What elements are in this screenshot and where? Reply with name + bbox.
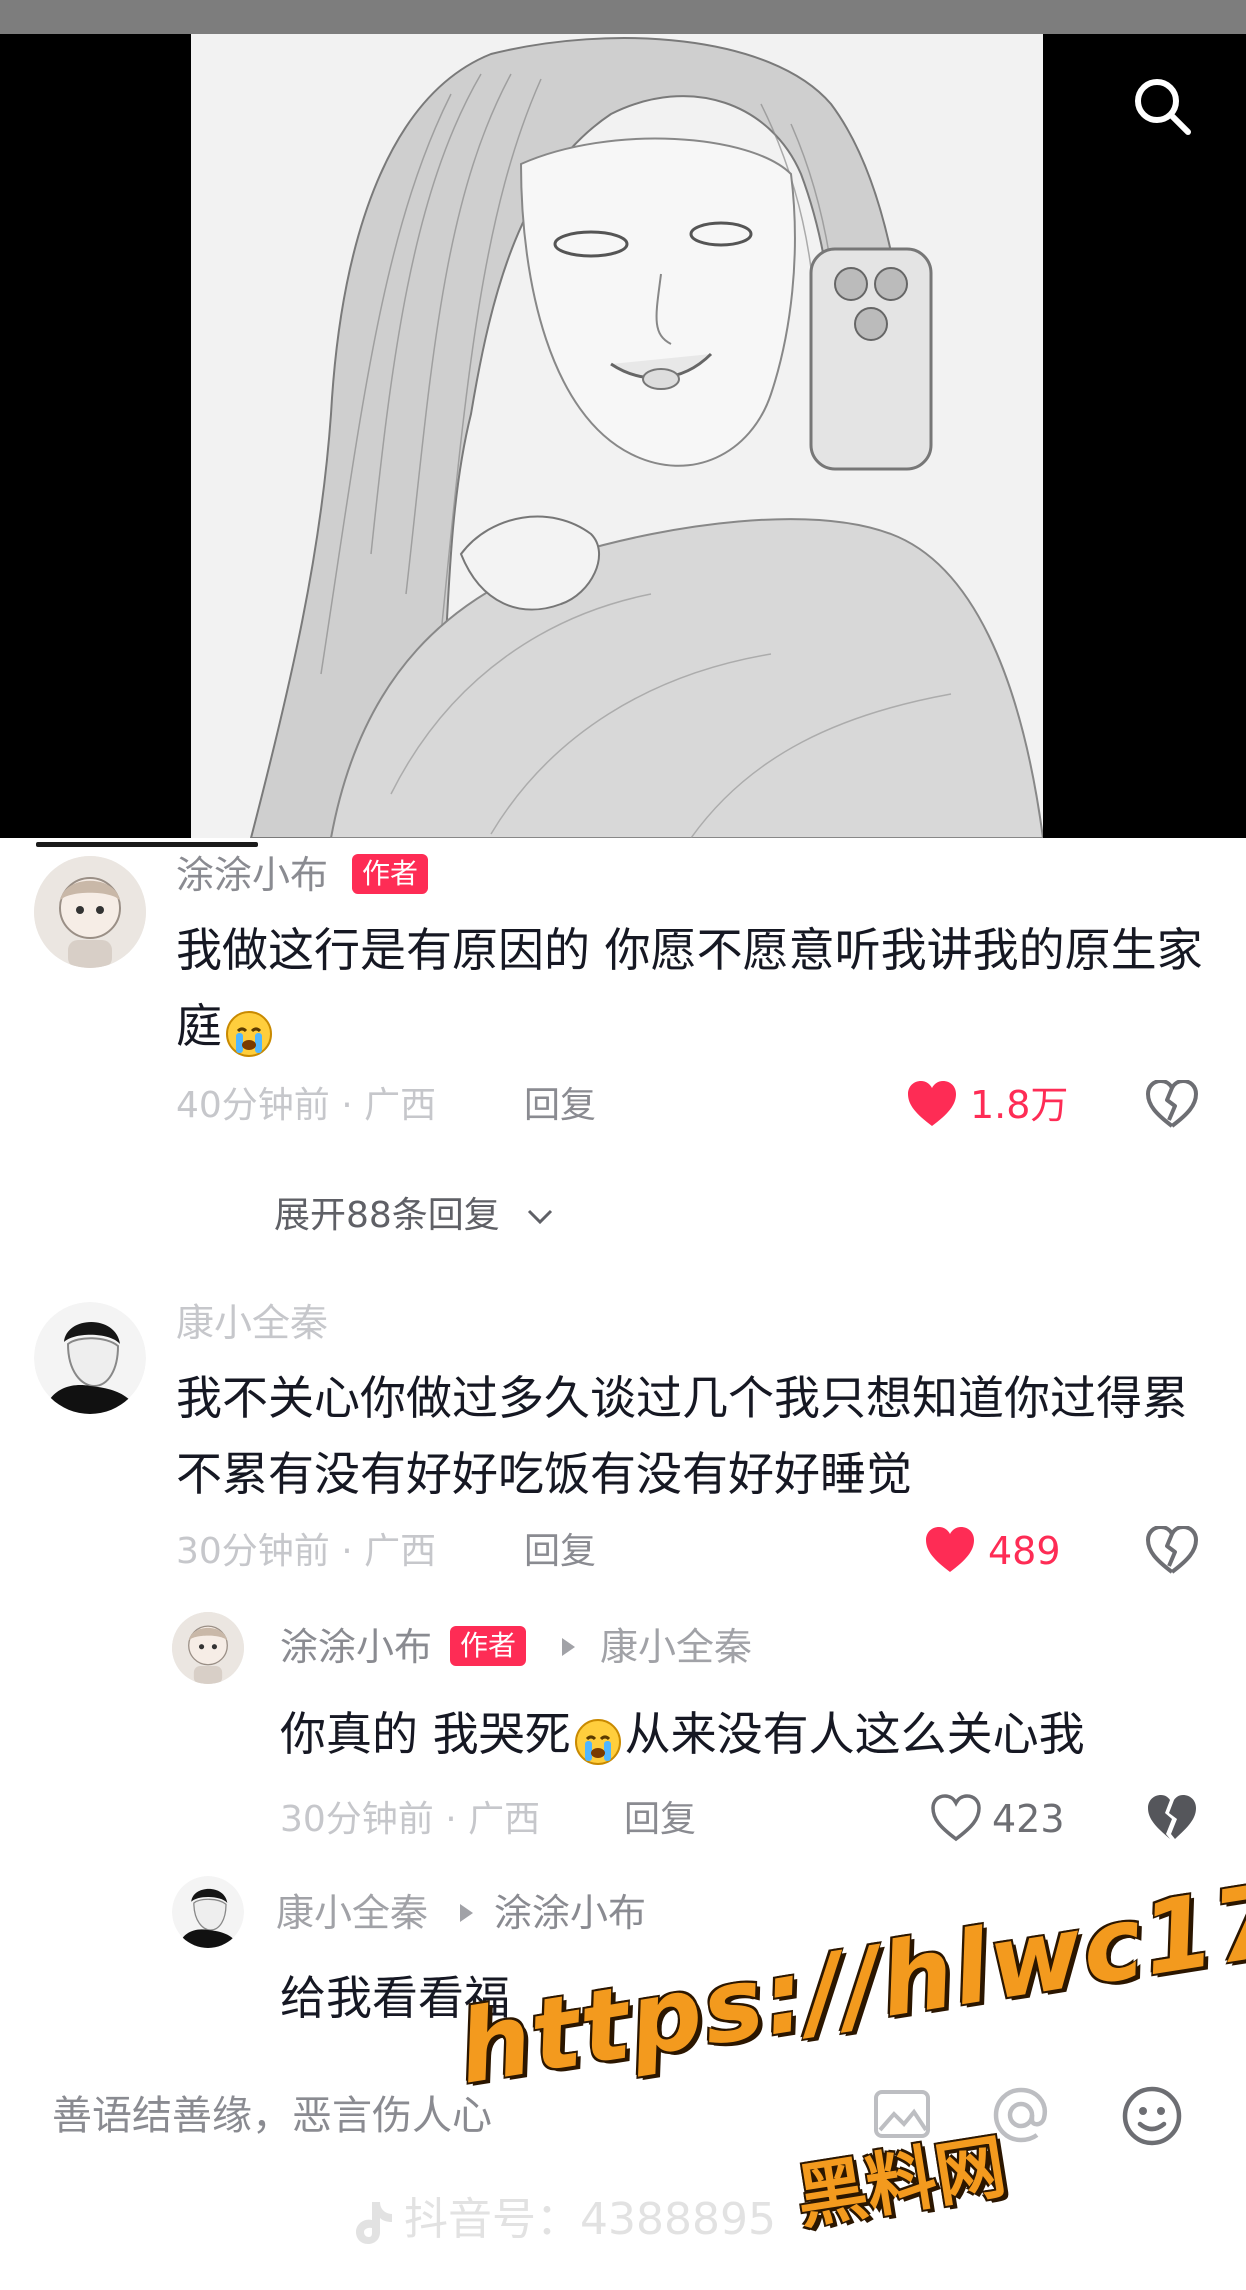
like-count: 423	[992, 1797, 1065, 1841]
avatar[interactable]	[34, 856, 146, 968]
reply-username[interactable]: 康小全秦	[276, 1894, 428, 1932]
video-player[interactable]	[0, 34, 1246, 838]
avatar[interactable]	[172, 1876, 244, 1948]
reply-text: 你真的 我哭死 从来没有人这么关心我	[280, 1696, 1200, 1772]
avatar[interactable]	[172, 1612, 244, 1684]
video-progress-bar[interactable]	[36, 842, 258, 847]
author-tag: 作者	[450, 1626, 527, 1666]
douyin-id-text: 抖音号：4388895	[404, 2194, 776, 2245]
loudly-crying-emoji-icon	[573, 1713, 623, 1765]
douyin-logo-icon	[356, 2202, 392, 2244]
reply-arrow-icon	[460, 1904, 473, 1922]
comment-text-content: 我做这行是有原因的 你愿不愿意听我讲我的原生家庭	[176, 923, 1203, 1053]
reply-text-part: 你真的 我哭死	[280, 1707, 571, 1761]
reply-to-username[interactable]: 涂涂小布	[494, 1894, 646, 1932]
emoji-icon[interactable]	[1120, 2084, 1184, 2152]
comment-input-placeholder[interactable]: 善语结善缘，恶言伤人心	[52, 2096, 492, 2136]
heart-filled-icon[interactable]	[906, 1080, 958, 1132]
reply-text-part: 从来没有人这么关心我	[624, 1707, 1085, 1761]
comment-text: 我不关心你做过多久谈过几个我只想知道你过得累不累有没有好好吃饭有没有好好睡觉	[176, 1371, 1188, 1501]
heart-outline-icon[interactable]	[930, 1794, 982, 1846]
pencil-portrait-illustration	[191, 34, 1043, 838]
loudly-crying-emoji-icon	[224, 1005, 274, 1057]
broken-heart-filled-icon[interactable]	[1146, 1794, 1198, 1846]
avatar[interactable]	[34, 1302, 146, 1414]
comment-text: 我做这行是有原因的 你愿不愿意听我讲我的原生家庭	[176, 912, 1206, 1064]
like-count: 1.8万	[970, 1083, 1069, 1127]
broken-heart-icon[interactable]	[1146, 1079, 1198, 1132]
search-icon[interactable]	[1130, 74, 1194, 138]
like-count: 489	[988, 1529, 1061, 1573]
expand-replies-button[interactable]: 展开88条回复	[274, 1198, 555, 1234]
comment-username[interactable]: 康小全秦	[176, 1304, 328, 1342]
reply-arrow-icon	[562, 1638, 575, 1656]
comment-time-location: 40分钟前 · 广西	[176, 1085, 437, 1126]
status-bar	[0, 0, 1246, 34]
reply-button[interactable]: 回复	[524, 1534, 596, 1570]
broken-heart-icon[interactable]	[1146, 1525, 1198, 1578]
author-tag: 作者	[352, 854, 429, 894]
comment-time-location: 30分钟前 · 广西	[176, 1531, 437, 1572]
expand-replies-label: 展开88条回复	[274, 1195, 500, 1236]
heart-filled-icon[interactable]	[924, 1526, 976, 1578]
reply-username[interactable]: 涂涂小布	[280, 1628, 432, 1666]
reply-to-username[interactable]: 康小全秦	[600, 1628, 752, 1666]
reply-button[interactable]: 回复	[624, 1802, 696, 1838]
chevron-down-icon	[528, 1209, 553, 1225]
sketch-image	[191, 34, 1043, 838]
douyin-watermark: 抖音号：4388895	[352, 2198, 776, 2246]
reply-time-location: 30分钟前 · 广西	[280, 1799, 541, 1840]
reply-button[interactable]: 回复	[524, 1088, 596, 1124]
comment-username[interactable]: 涂涂小布	[176, 856, 328, 894]
